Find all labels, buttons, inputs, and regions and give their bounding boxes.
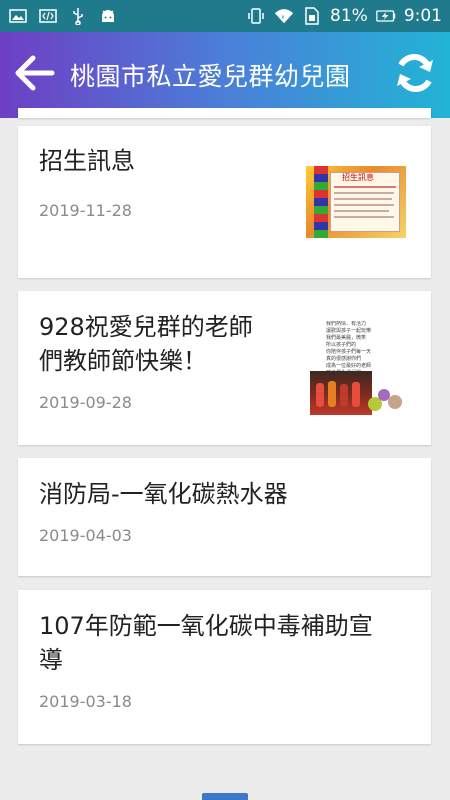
gallery-icon [8, 7, 28, 25]
item-date: 2019-04-03 [39, 526, 132, 545]
item-title-line1: 928祝愛兒群的老師 [39, 313, 253, 341]
page-title: 桃園市私立愛兒群幼兒園 [70, 62, 351, 91]
list-item[interactable] [18, 108, 431, 118]
battery-percent: 81% [330, 6, 368, 26]
item-date: 2019-11-28 [39, 201, 132, 220]
list-item[interactable]: 消防局-一氧化碳熱水器 2019-04-03 [18, 458, 431, 576]
item-title-line2: 導 [39, 646, 63, 674]
app-bar: 桃園市私立愛兒群幼兒園 [0, 32, 450, 118]
list-item[interactable]: 招生訊息 2019-11-28 招生訊息 [18, 126, 431, 278]
clock: 9:01 [403, 6, 442, 26]
item-title-line2: 們教師節快樂！ [39, 347, 207, 375]
bottom-scroll-handle[interactable] [202, 793, 248, 800]
code-icon [38, 7, 58, 25]
usb-icon [68, 7, 88, 25]
item-date: 2019-03-18 [39, 692, 132, 711]
item-thumbnail: 我們熱情．有活力 讓歡與孩子一起玩樂 我們最美麗，微笑 所以孩子們的 你陪伴孩子… [306, 321, 406, 417]
sim-icon [302, 7, 322, 25]
refresh-button[interactable] [380, 32, 450, 118]
item-title: 招生訊息 [39, 147, 135, 175]
thumb-text: 我們熱情．有活力 讓歡與孩子一起玩樂 我們最美麗，微笑 所以孩子們的 你陪伴孩子… [326, 321, 372, 376]
list-item[interactable]: 107年防範一氧化碳中毒補助宣 導 2019-03-18 [18, 590, 431, 744]
vibrate-icon [246, 7, 266, 25]
back-button[interactable] [0, 32, 70, 118]
item-title-line1: 107年防範一氧化碳中毒補助宣 [39, 612, 373, 640]
item-title: 消防局-一氧化碳熱水器 [39, 480, 288, 508]
back-arrow-icon [15, 55, 55, 95]
refresh-icon [392, 50, 438, 100]
wifi-icon: x [274, 7, 294, 25]
list-item[interactable]: 928祝愛兒群的老師 們教師節快樂！ 2019-09-28 我們熱情．有活力 讓… [18, 291, 431, 445]
android-icon [98, 7, 118, 25]
status-bar: x 81% 9:01 [0, 0, 450, 32]
item-date: 2019-09-28 [39, 393, 132, 412]
battery-charging-icon [376, 7, 396, 25]
item-thumbnail: 招生訊息 [306, 166, 406, 238]
thumb-heading: 招生訊息 [342, 173, 374, 182]
